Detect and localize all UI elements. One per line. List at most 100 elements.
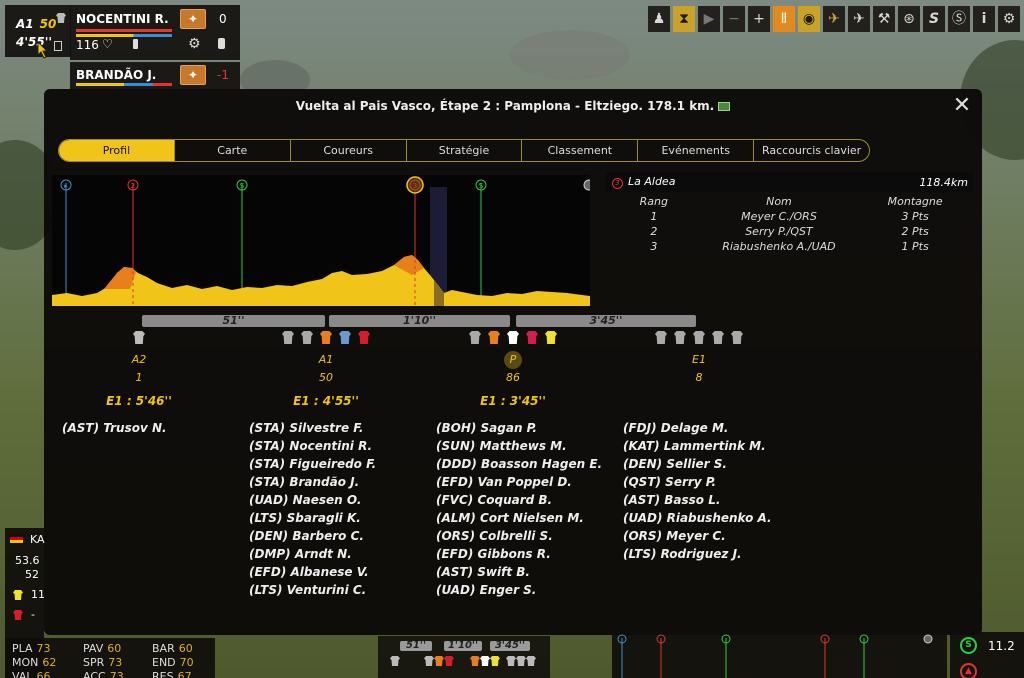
jersey-icon[interactable] xyxy=(731,331,743,344)
list-item[interactable]: (FDJ) Delage M. xyxy=(623,419,772,437)
jersey-icon[interactable] xyxy=(339,331,351,344)
germany-flag-icon xyxy=(10,534,23,543)
jersey-icon[interactable] xyxy=(320,331,332,344)
stage-profile[interactable]: ▸ 2 S 3 S xyxy=(52,175,590,306)
list-item[interactable]: (BOH) Sagan P. xyxy=(436,419,602,437)
list-item[interactable]: (LTS) Sbaragli K. xyxy=(249,509,376,527)
wheel-icon[interactable]: ⊛ xyxy=(898,6,920,32)
plane-icon[interactable]: ✈ xyxy=(823,6,845,32)
group-peloton[interactable]: P 86 xyxy=(453,351,573,387)
list-item[interactable]: (STA) Silvestre F. xyxy=(249,419,376,437)
bottle-icon xyxy=(133,39,138,49)
tab-profil[interactable]: Profil xyxy=(59,140,175,161)
eye-icon[interactable]: ◉ xyxy=(798,6,820,32)
list-item[interactable]: (DDD) Boasson Hagen E. xyxy=(436,455,602,473)
list-item[interactable]: (DEN) Barbero C. xyxy=(249,527,376,545)
list-item[interactable]: (SUN) Matthews M. xyxy=(436,437,602,455)
list-item[interactable]: (STA) Brandão J. xyxy=(249,473,376,491)
tab-carte[interactable]: Carte xyxy=(175,140,291,161)
finish-flag-icon xyxy=(583,179,590,191)
battery-icon xyxy=(54,41,62,51)
jersey-icon[interactable] xyxy=(655,331,667,344)
rider-list-peloton: (BOH) Sagan P. (SUN) Matthews M. (DDD) B… xyxy=(436,419,602,599)
list-item[interactable]: (STA) Figueiredo F. xyxy=(249,455,376,473)
tab-coureurs[interactable]: Coureurs xyxy=(291,140,407,161)
list-item[interactable]: (ORS) Colbrelli S. xyxy=(436,527,602,545)
list-item[interactable]: (QST) Serry P. xyxy=(623,473,772,491)
sprint-marker-label: S xyxy=(479,182,484,190)
list-item[interactable]: (AST) Swift B. xyxy=(436,563,602,581)
jersey-icon[interactable] xyxy=(282,331,294,344)
helicopter-icon[interactable]: ✈ xyxy=(848,6,870,32)
group-a2[interactable]: A2 1 xyxy=(79,351,199,387)
tab-evenements[interactable]: Evénements xyxy=(638,140,755,161)
game-toolbar: ♟ ⧗ ▶ − + Ⅱ ◉ ✈ ✈ ⚒ ⊛ S Ⓢ i ⚙ xyxy=(648,6,1020,32)
tab-bar: Profil Carte Coureurs Stratégie Classeme… xyxy=(58,139,870,162)
jersey-icon[interactable] xyxy=(545,331,557,344)
group-time: E1 : 5'46'' xyxy=(106,394,172,408)
list-item[interactable]: (AST) Trusov N. xyxy=(62,419,167,437)
list-item[interactable]: (DMP) Arndt N. xyxy=(249,545,376,563)
attack-button[interactable]: ✦ xyxy=(180,65,206,85)
list-item[interactable]: (EFD) Albanese V. xyxy=(249,563,376,581)
gear-icon[interactable]: ⚙ xyxy=(188,36,201,52)
rider-card-nocentini[interactable]: NOCENTINI R. ✦ 0 116 ♡ ⚙ xyxy=(70,5,240,60)
jersey-icon xyxy=(56,13,66,23)
jersey-icon[interactable] xyxy=(693,331,705,344)
minus-icon[interactable]: − xyxy=(723,6,745,32)
group-name: P xyxy=(504,351,522,369)
rider-name: NOCENTINI R. xyxy=(76,12,169,26)
jersey-icon[interactable] xyxy=(526,331,538,344)
sprint-s2-icon[interactable]: Ⓢ xyxy=(948,6,970,32)
close-button[interactable]: ✕ xyxy=(951,95,973,117)
col-rang: Rang xyxy=(639,195,668,208)
jersey-icon[interactable] xyxy=(358,331,370,344)
list-item[interactable]: (LTS) Venturini C. xyxy=(249,581,376,599)
list-item[interactable]: (AST) Basso L. xyxy=(623,491,772,509)
tab-raccourcis[interactable]: Raccourcis clavier xyxy=(754,140,869,161)
list-item[interactable]: (KAT) Lammertink M. xyxy=(623,437,772,455)
list-item[interactable]: (UAD) Enger S. xyxy=(436,581,602,599)
jersey-icon[interactable] xyxy=(488,331,500,344)
group-count: 86 xyxy=(506,371,520,384)
mini-stage-profile[interactable] xyxy=(612,632,947,678)
group-a1[interactable]: A1 50 xyxy=(266,351,386,387)
jersey-icon[interactable] xyxy=(469,331,481,344)
jersey-icon xyxy=(390,656,400,666)
list-item[interactable]: (ORS) Meyer C. xyxy=(623,527,772,545)
helicopter2-icon[interactable]: ⚒ xyxy=(873,6,895,32)
list-item[interactable]: (STA) Nocentini R. xyxy=(249,437,376,455)
jersey-icon[interactable] xyxy=(507,331,519,344)
list-item[interactable]: (LTS) Rodriguez J. xyxy=(623,545,772,563)
list-item[interactable]: (UAD) Riabushenko A. xyxy=(623,509,772,527)
attack-button[interactable]: ✦ xyxy=(180,9,206,29)
tab-classement[interactable]: Classement xyxy=(522,140,639,161)
plus-icon[interactable]: + xyxy=(748,6,770,32)
play-icon[interactable]: ▶ xyxy=(698,6,720,32)
settings-icon[interactable]: ⚙ xyxy=(998,6,1020,32)
jersey-icon[interactable] xyxy=(133,331,145,344)
sprint-info-panel[interactable]: S 11.2 ▲ xyxy=(950,632,1024,678)
tab-strategie[interactable]: Stratégie xyxy=(407,140,523,161)
hourglass-icon[interactable]: ⧗ xyxy=(673,6,695,32)
rider-icon[interactable]: ♟ xyxy=(648,6,670,32)
group-e1[interactable]: E1 8 xyxy=(639,351,759,387)
sprint-s-icon[interactable]: S xyxy=(923,6,945,32)
list-item[interactable]: (ALM) Cort Nielsen M. xyxy=(436,509,602,527)
table-row: 1 Meyer C./ORS 3 Pts xyxy=(650,210,929,223)
jersey-icon[interactable] xyxy=(674,331,686,344)
list-item[interactable]: (EFD) Gibbons R. xyxy=(436,545,602,563)
rider-card-brandao[interactable]: BRANDÃO J. ✦ -1 xyxy=(70,62,240,90)
jersey-icon xyxy=(526,656,536,666)
info-icon[interactable]: i xyxy=(973,6,995,32)
jersey-icon[interactable] xyxy=(301,331,313,344)
jersey-icon xyxy=(470,656,480,666)
rider-list-a2: (AST) Trusov N. xyxy=(62,419,167,437)
mini-group-bar[interactable]: 51'' 1'10'' 3'45'' xyxy=(378,636,550,678)
list-item[interactable]: (DEN) Sellier S. xyxy=(623,455,772,473)
jersey-icon[interactable] xyxy=(712,331,724,344)
list-item[interactable]: (UAD) Naesen O. xyxy=(249,491,376,509)
list-item[interactable]: (FVC) Coquard B. xyxy=(436,491,602,509)
pause-icon[interactable]: Ⅱ xyxy=(773,6,795,32)
list-item[interactable]: (EFD) Van Poppel D. xyxy=(436,473,602,491)
